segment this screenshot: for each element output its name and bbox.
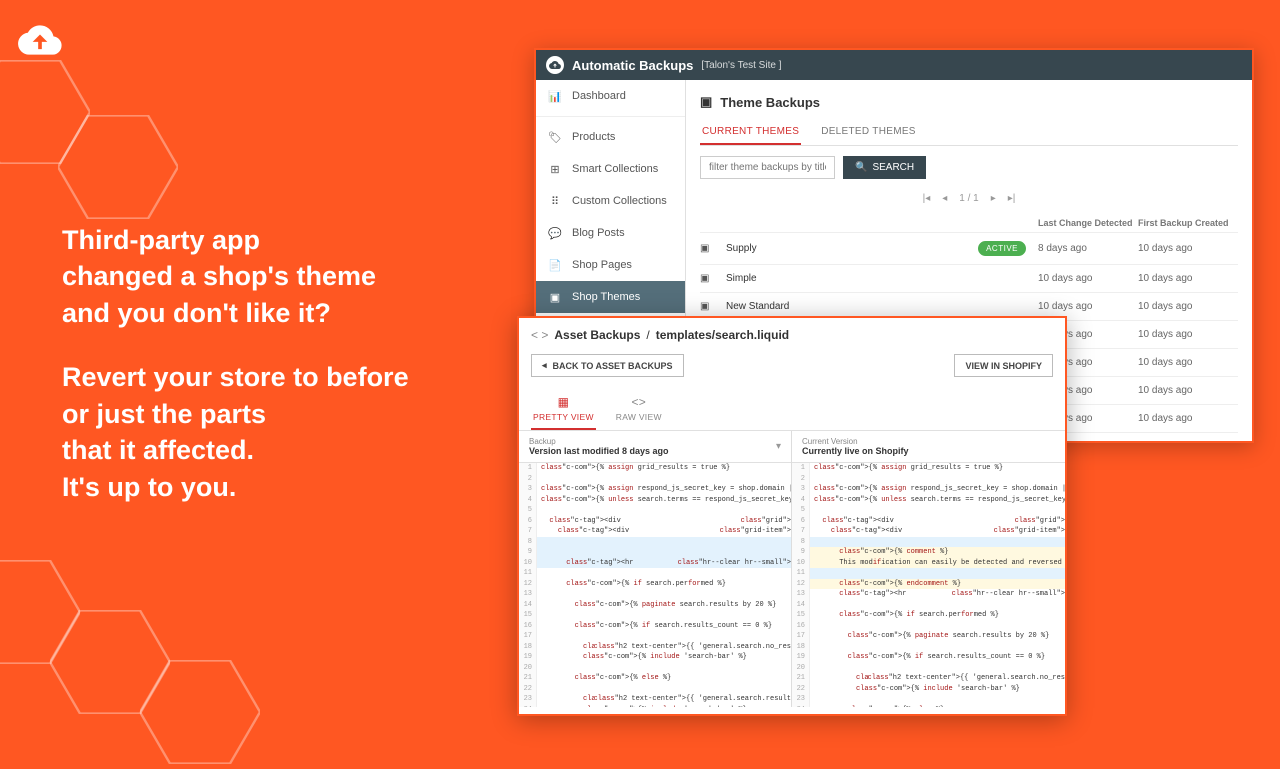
last-change: 8 days ago [1038,243,1138,254]
tab-pretty-view[interactable]: ▦ PRETTY VIEW [531,391,596,430]
tab-deleted-themes[interactable]: DELETED THEMES [819,120,918,145]
sidebar-item-label: Products [572,131,615,143]
theme-name: Simple [726,273,1038,284]
search-input[interactable] [700,156,835,179]
chevron-down-icon[interactable]: ▾ [776,441,781,452]
current-pane-header: Current Version Currently live on Shopif… [792,431,1065,463]
storefront-icon: ▣ [700,273,726,284]
sidebar-item-label: Shop Pages [572,259,632,271]
first-backup: 10 days ago [1138,329,1238,340]
sidebar-item-custom-collections[interactable]: ⠿ Custom Collections [536,185,685,217]
sidebar-item-blog-posts[interactable]: 💬 Blog Posts [536,217,685,249]
sidebar-item-dashboard[interactable]: 📊 Dashboard [536,80,685,112]
breadcrumb: < > Asset Backups / templates/search.liq… [519,318,1065,352]
pager-prev-icon[interactable]: ◂ [942,193,947,204]
code-right: 1class"c-com">{% assign grid_results = t… [792,463,1065,707]
app-title: Automatic Backups [572,58,693,73]
sidebar-item-products[interactable]: 🏷 Products [536,121,685,153]
first-backup: 10 days ago [1138,243,1238,254]
code-icon: < > [531,328,548,342]
asset-backups-window: < > Asset Backups / templates/search.liq… [517,316,1067,716]
table-row[interactable]: ▣SupplyACTIVE 8 days ago10 days ago [700,232,1238,264]
storefront-icon: ▣ [700,301,726,312]
titlebar: Automatic Backups [Talon's Test Site ] [536,50,1252,80]
table-header: Last Change Detected First Backup Create… [700,214,1238,232]
theme-name: New Standard [726,301,1038,312]
storefront-icon: ▣ [700,243,726,254]
back-button[interactable]: ◂ BACK TO ASSET BACKUPS [531,354,684,377]
view-in-shopify-button[interactable]: VIEW IN SHOPIFY [954,354,1053,377]
sidebar-item-label: Shop Themes [572,291,640,303]
pager: |◂ ◂ 1 / 1 ▸ ▸| [700,189,1238,214]
search-button[interactable]: 🔍 SEARCH [843,156,926,179]
cloud-upload-icon [18,18,62,62]
first-backup: 10 days ago [1138,301,1238,312]
nav-icon: 🏷 [548,130,562,144]
sidebar-item-label: Dashboard [572,90,626,102]
nav-icon: ▣ [548,290,562,304]
tabs: CURRENT THEMES DELETED THEMES [700,120,1238,146]
storefront-icon: ▣ [700,94,712,110]
first-backup: 10 days ago [1138,357,1238,368]
code-left: 1class"c-com">{% assign grid_results = t… [519,463,791,707]
code-icon: <> [631,395,646,409]
pager-first-icon[interactable]: |◂ [923,193,931,204]
sidebar-item-label: Custom Collections [572,195,667,207]
nav-icon: 📄 [548,258,562,272]
last-change: 10 days ago [1038,273,1138,284]
first-backup: 10 days ago [1138,273,1238,284]
promo-text: Third-party app changed a shop's theme a… [62,222,409,505]
cloud-upload-icon [546,56,564,74]
sidebar-item-shop-themes[interactable]: ▣ Shop Themes [536,281,685,313]
first-backup: 10 days ago [1138,413,1238,424]
nav-icon: 📊 [548,89,562,103]
sidebar-item-label: Smart Collections [572,163,658,175]
table-row[interactable]: ▣Simple10 days ago10 days ago [700,264,1238,292]
nav-icon: 💬 [548,226,562,240]
tab-raw-view[interactable]: <> RAW VIEW [614,391,664,430]
theme-name: Supply [726,243,978,254]
page-title: ▣ Theme Backups [700,90,1238,120]
status-badge: ACTIVE [978,241,1026,256]
search-icon: 🔍 [855,162,867,173]
first-backup: 10 days ago [1138,385,1238,396]
nav-icon: ⠿ [548,194,562,208]
pager-next-icon[interactable]: ▸ [991,193,996,204]
sidebar-item-smart-collections[interactable]: ⊞ Smart Collections [536,153,685,185]
pager-page: 1 / 1 [959,193,978,204]
sidebar-item-label: Blog Posts [572,227,625,239]
pager-last-icon[interactable]: ▸| [1008,193,1016,204]
sidebar-item-shop-pages[interactable]: 📄 Shop Pages [536,249,685,281]
tab-current-themes[interactable]: CURRENT THEMES [700,120,801,145]
last-change: 10 days ago [1038,301,1138,312]
backup-pane-header[interactable]: Backup Version last modified 8 days ago … [519,431,791,463]
image-icon: ▦ [558,395,570,409]
nav-icon: ⊞ [548,162,562,176]
arrow-left-icon: ◂ [542,360,547,371]
site-name: [Talon's Test Site ] [701,60,781,71]
